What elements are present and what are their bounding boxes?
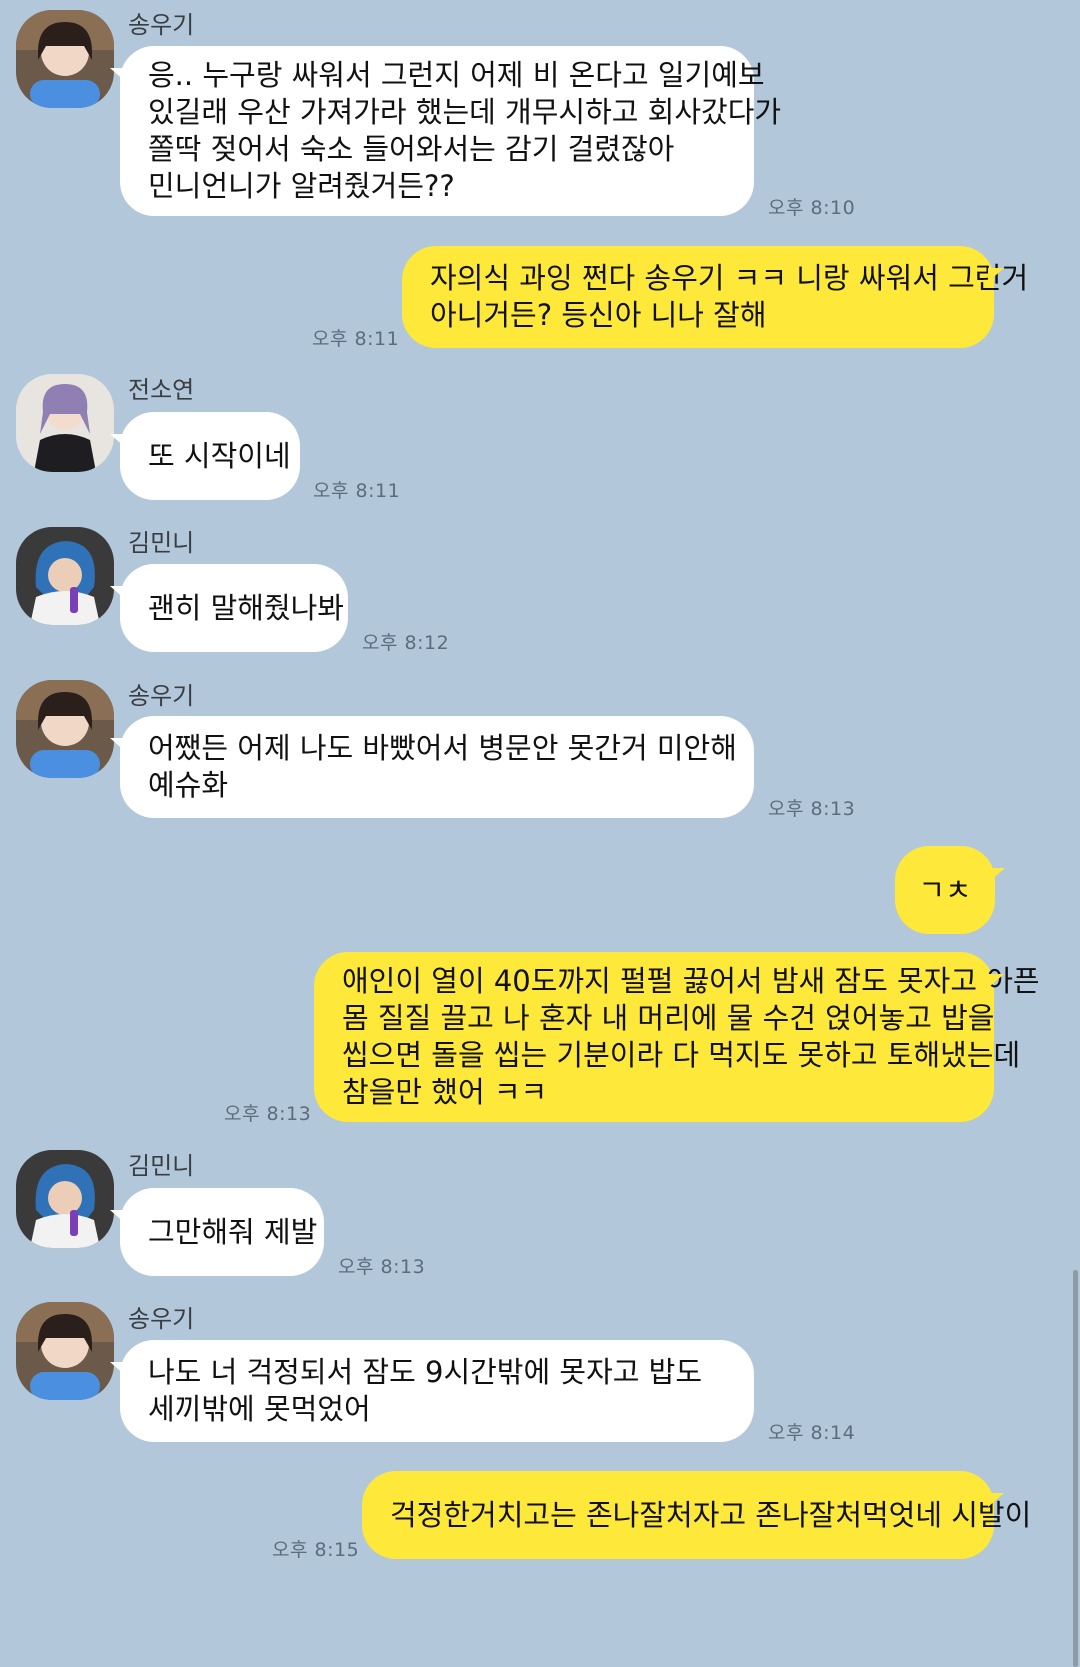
message-text: 있길래 우산 가져가라 했는데 개무시하고 회사갔다가 [148, 95, 782, 129]
message-text: 아니거든? 등신아 니나 잘해 [430, 298, 767, 332]
sender-name: 전소연 [128, 376, 195, 404]
message-bubble[interactable]: 나도 너 걱정되서 잠도 9시간밖에 못자고 밥도 세끼밖에 못먹었어 [110, 1340, 754, 1442]
profile-photo-icon[interactable] [16, 1150, 114, 1248]
profile-photo-icon[interactable] [16, 374, 114, 472]
message-text: 그만해줘 제발 [148, 1214, 318, 1249]
message-text: 씹으면 돌을 씹는 기분이라 다 먹지도 못하고 토해냈는데 [342, 1038, 1021, 1072]
sender-name: 송우기 [128, 11, 195, 39]
sender-name: 송우기 [128, 682, 195, 710]
profile-photo-icon[interactable] [16, 1302, 114, 1400]
message-text: 참을만 했어 ㅋㅋ [342, 1075, 548, 1109]
message-timestamp: 오후 8:14 [768, 1422, 856, 1444]
message-text: 쫄딱 젖어서 숙소 들어와서는 감기 걸렸잖아 [148, 132, 675, 166]
message-text: 괜히 말해줬나봐 [148, 590, 344, 625]
message-text: 애인이 열이 40도까지 펄펄 끓어서 밤새 잠도 못자고 아픈 [342, 964, 1040, 998]
profile-photo-icon[interactable] [16, 10, 114, 108]
message-text: 응.. 누구랑 싸워서 그런지 어제 비 온다고 일기예보 [148, 58, 765, 92]
message-bubble[interactable]: 그만해줘 제발 [110, 1188, 324, 1276]
message-timestamp: 오후 8:11 [313, 480, 401, 502]
message-text: 또 시작이네 [148, 438, 291, 473]
message-timestamp: 오후 8:12 [362, 632, 450, 654]
message-text: 세끼밖에 못먹었어 [148, 1392, 371, 1426]
scrollbar[interactable] [1073, 1270, 1078, 1667]
sender-name: 송우기 [128, 1305, 195, 1333]
message-bubble[interactable]: 응.. 누구랑 싸워서 그런지 어제 비 온다고 일기예보 있길래 우산 가져가… [110, 46, 782, 216]
message-text: ㄱㅊ [918, 872, 972, 907]
message-text: 나도 너 걱정되서 잠도 9시간밖에 못자고 밥도 [148, 1355, 703, 1389]
message-timestamp: 오후 8:13 [768, 798, 856, 820]
message-text: 걱정한거치고는 존나잘처자고 존나잘처먹엇네 시발이 [390, 1497, 1032, 1532]
message-bubble[interactable]: ㄱㅊ [895, 846, 1005, 934]
message-bubble[interactable]: 어쨌든 어제 나도 바빴어서 병문안 못간거 미안해 예슈화 [110, 716, 754, 818]
message-timestamp: 오후 8:13 [224, 1103, 312, 1125]
message-text: 예슈화 [148, 768, 229, 802]
message-text: 어쨌든 어제 나도 바빴어서 병문안 못간거 미안해 [148, 731, 737, 765]
message-text: 자의식 과잉 쩐다 송우기 ㅋㅋ 니랑 싸워서 그런거 [430, 261, 1029, 295]
message-bubble[interactable]: 또 시작이네 [110, 412, 300, 500]
message-bubble[interactable]: 애인이 열이 40도까지 펄펄 끓어서 밤새 잠도 못자고 아픈 몸 질질 끌고… [314, 952, 1040, 1122]
message-timestamp: 오후 8:15 [272, 1539, 360, 1561]
message-timestamp: 오후 8:10 [768, 197, 856, 219]
message-timestamp: 오후 8:11 [312, 328, 400, 350]
profile-photo-icon[interactable] [16, 527, 114, 625]
sender-name: 김민니 [128, 529, 195, 557]
message-bubble[interactable]: 괜히 말해줬나봐 [110, 564, 348, 652]
profile-photo-icon[interactable] [16, 680, 114, 778]
chat-message-list[interactable]: 송우기 응.. 누구랑 싸워서 그런지 어제 비 온다고 일기예보 있길래 우산… [0, 0, 1080, 1667]
message-bubble[interactable]: 걱정한거치고는 존나잘처자고 존나잘처먹엇네 시발이 [362, 1471, 1032, 1559]
message-timestamp: 오후 8:13 [338, 1256, 426, 1278]
message-text: 민니언니가 알려줬거든?? [148, 169, 455, 203]
message-bubble[interactable]: 자의식 과잉 쩐다 송우기 ㅋㅋ 니랑 싸워서 그런거 아니거든? 등신아 니나… [402, 246, 1029, 348]
message-text: 몸 질질 끌고 나 혼자 내 머리에 물 수건 얹어놓고 밥을 [342, 1001, 995, 1035]
sender-name: 김민니 [128, 1152, 195, 1180]
